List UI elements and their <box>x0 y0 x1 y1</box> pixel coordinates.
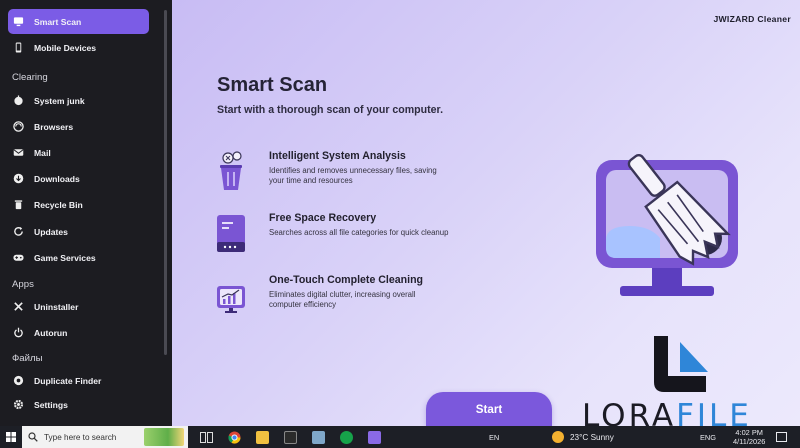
search-highlight-image <box>144 428 184 446</box>
clock-date: 4/11/2026 <box>733 437 766 446</box>
sidebar-item-duplicate-finder[interactable]: Duplicate Finder <box>8 368 149 393</box>
feature-title: Intelligent System Analysis <box>269 150 406 162</box>
windows-start-button[interactable] <box>0 426 22 448</box>
feature-title: One-Touch Complete Cleaning <box>269 274 424 286</box>
performance-monitor-icon <box>217 286 245 313</box>
taskbar-terminal[interactable] <box>280 426 300 448</box>
sidebar-item-label: Browsers <box>34 121 74 132</box>
duplicate-icon <box>13 375 24 386</box>
refresh-icon <box>13 226 24 237</box>
sidebar: Smart Scan Mobile Devices Clearing Syste… <box>0 0 172 426</box>
taskbar-clock[interactable]: 4:02 PM 4/11/2026 <box>733 428 765 446</box>
download-icon <box>13 173 24 184</box>
broom-icon <box>13 95 24 106</box>
notification-icon[interactable] <box>776 432 787 442</box>
taskbar-chrome[interactable] <box>224 426 244 448</box>
search-icon <box>28 432 38 442</box>
app-brand: JWIZARD Cleaner <box>713 14 791 24</box>
jwizard-app-icon <box>367 430 381 444</box>
power-icon <box>13 327 24 338</box>
task-view-button[interactable] <box>196 426 216 448</box>
taskbar-search[interactable]: Type here to search <box>22 426 188 448</box>
feature-desc: Identifies and removes unnecessary files… <box>269 166 437 185</box>
sidebar-item-label: Updates <box>34 226 68 237</box>
sidebar-item-system-junk[interactable]: System junk <box>8 88 149 113</box>
sidebar-item-browsers[interactable]: Browsers <box>8 114 149 139</box>
folder-icon <box>255 430 269 444</box>
terminal-icon <box>283 430 297 444</box>
task-view-icon <box>199 431 213 443</box>
trash-icon <box>13 199 24 210</box>
monitor-broom-illustration <box>596 154 738 296</box>
phone-icon <box>13 42 24 53</box>
taskbar-app-green[interactable] <box>336 426 356 448</box>
trash-analysis-icon <box>220 151 242 190</box>
page-title: Smart Scan <box>217 74 328 96</box>
sidebar-item-label: Mobile Devices <box>34 42 97 53</box>
feature-one-touch: One-Touch Complete Cleaning Eliminates d… <box>216 274 476 324</box>
page-subtitle: Start with a thorough scan of your compu… <box>217 104 444 116</box>
close-box-icon <box>13 301 24 312</box>
edit-app-icon <box>311 430 325 444</box>
sidebar-item-recycle-bin[interactable]: Recycle Bin <box>8 192 149 217</box>
feature-intelligent-analysis: Intelligent System Analysis Identifies a… <box>216 150 476 200</box>
search-placeholder: Type here to search <box>44 432 117 442</box>
sidebar-item-autorun[interactable]: Autorun <box>8 320 149 345</box>
sidebar-item-label: Duplicate Finder <box>34 375 102 386</box>
sidebar-item-game-services[interactable]: Game Services <box>8 245 149 270</box>
gamepad-icon <box>13 252 24 263</box>
feature-title: Free Space Recovery <box>269 212 377 224</box>
taskbar: Type here to search EN 23°C Sunny ENG 4:… <box>0 426 800 448</box>
mail-icon <box>13 147 24 158</box>
windows-logo-icon <box>6 432 16 442</box>
gear-icon <box>13 399 24 410</box>
monitor-icon <box>13 16 24 27</box>
feature-desc: Eliminates digital clutter, increasing o… <box>269 290 416 309</box>
sidebar-scrollbar[interactable] <box>164 10 167 355</box>
sidebar-item-label: Mail <box>34 147 51 158</box>
language-indicator[interactable]: EN <box>489 433 499 442</box>
globe-icon <box>13 121 24 132</box>
sidebar-item-label: Smart Scan <box>34 16 82 27</box>
taskbar-app-jwizard[interactable] <box>364 426 384 448</box>
sidebar-item-label: Uninstaller <box>34 301 79 312</box>
section-files: Файлы <box>12 353 43 364</box>
sidebar-item-label: System junk <box>34 95 85 106</box>
drive-icon <box>217 215 245 252</box>
sidebar-item-mobile-devices[interactable]: Mobile Devices <box>8 35 149 60</box>
weather-widget[interactable]: 23°C Sunny <box>552 431 614 443</box>
sidebar-item-label: Settings <box>34 399 68 410</box>
section-clearing: Clearing <box>12 72 48 83</box>
sidebar-item-updates[interactable]: Updates <box>8 219 149 244</box>
sidebar-item-label: Autorun <box>34 327 68 338</box>
taskbar-app-edit[interactable] <box>308 426 328 448</box>
chrome-icon <box>227 431 240 444</box>
sidebar-item-smart-scan[interactable]: Smart Scan <box>8 9 149 34</box>
clock-time: 4:02 PM <box>735 428 763 437</box>
sidebar-item-downloads[interactable]: Downloads <box>8 166 149 191</box>
section-apps: Apps <box>12 279 34 290</box>
tray-language[interactable]: ENG <box>700 433 716 442</box>
green-app-icon <box>339 430 353 444</box>
taskbar-file-explorer[interactable] <box>252 426 272 448</box>
sidebar-item-label: Downloads <box>34 173 80 184</box>
sidebar-item-label: Game Services <box>34 252 96 263</box>
feature-free-space: Free Space Recovery Searches across all … <box>216 212 476 262</box>
sidebar-item-mail[interactable]: Mail <box>8 140 149 165</box>
sidebar-item-settings[interactable]: Settings <box>8 392 149 417</box>
sidebar-item-uninstaller[interactable]: Uninstaller <box>8 294 149 319</box>
start-button[interactable]: Start <box>426 392 552 426</box>
feature-desc: Searches across all file categories for … <box>269 228 449 237</box>
weather-text: 23°C Sunny <box>570 432 614 442</box>
sidebar-item-label: Recycle Bin <box>34 199 83 210</box>
sun-icon <box>552 431 564 443</box>
lorafile-logo-icon <box>654 336 708 392</box>
